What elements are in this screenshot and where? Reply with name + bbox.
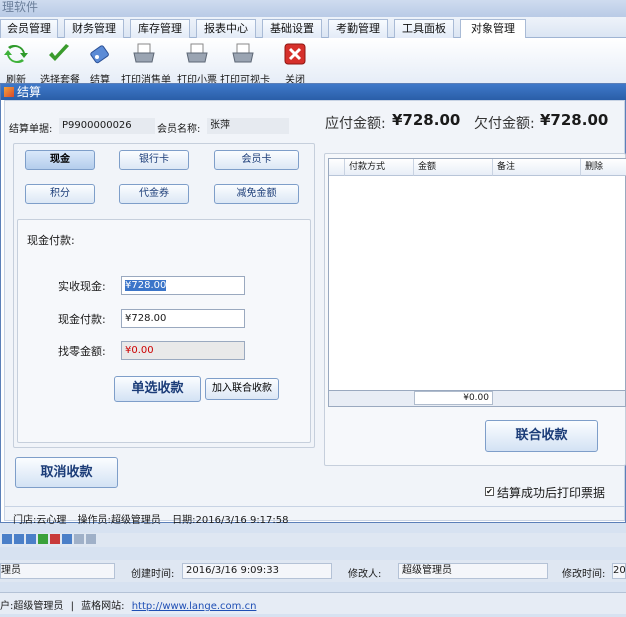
nav-first-icon[interactable] bbox=[2, 534, 12, 544]
pay-method-membercard-button[interactable]: 会员卡 bbox=[214, 150, 299, 170]
pay-method-cash-button[interactable]: 现金 bbox=[25, 150, 95, 170]
refresh-icon bbox=[4, 44, 28, 64]
nav-add-icon[interactable] bbox=[38, 534, 48, 544]
pay-method-points-button[interactable]: 积分 bbox=[25, 184, 95, 204]
print-receipt-button[interactable]: 打印小票 bbox=[177, 38, 217, 86]
pay-method-bankcard-button[interactable]: 银行卡 bbox=[119, 150, 189, 170]
settle-icon bbox=[90, 45, 109, 64]
status-site-label: 蓝格网站: bbox=[81, 601, 125, 612]
single-pay-button[interactable]: 单选收款 bbox=[114, 376, 201, 402]
due-label: 应付金额: bbox=[325, 116, 386, 132]
navigator-bar bbox=[0, 533, 626, 547]
grid-header-note[interactable]: 备注 bbox=[493, 159, 581, 176]
status-site-link[interactable]: http://www.lange.com.cn bbox=[132, 601, 257, 612]
status-bar: 户:超级管理员 | 蓝格网站: http://www.lange.com.cn bbox=[0, 592, 626, 614]
printer-icon bbox=[186, 43, 208, 63]
modified-time-label: 修改时间: bbox=[562, 569, 606, 580]
modified-time: 20 bbox=[612, 563, 626, 579]
dialog-app-icon bbox=[4, 87, 14, 97]
printer-icon bbox=[133, 43, 155, 63]
close-button[interactable]: 关闭 bbox=[283, 38, 307, 86]
member-label: 会员名称: bbox=[157, 124, 201, 135]
menu-inventory[interactable]: 库存管理 bbox=[130, 19, 190, 38]
cash-payment-group bbox=[17, 219, 311, 443]
record-creator: 理员 bbox=[0, 563, 115, 579]
received-cash-input[interactable]: ¥728.00 bbox=[121, 276, 245, 295]
dialog-title-bar[interactable]: 结算 bbox=[1, 84, 626, 100]
dialog-footer-info: 门店:云心理 操作员:超级管理员 日期:2016/3/16 9:17:58 bbox=[13, 511, 289, 526]
change-amount-field: ¥0.00 bbox=[121, 341, 245, 360]
owed-amount: ¥728.00 bbox=[540, 111, 609, 129]
menu-tools[interactable]: 工具面板 bbox=[394, 19, 454, 38]
payment-grid: 付款方式 金额 备注 删除 ¥0.00 bbox=[328, 158, 626, 407]
toolbar: 刷新 选择套餐 结算 打印消售单 打印小票 打印可视卡 关闭 bbox=[0, 38, 626, 86]
add-combined-pay-button[interactable]: 加入联合收款 bbox=[205, 378, 279, 400]
dialog-body: 结算单据: P9900000026 会员名称: 张萍 应付金额: ¥728.00… bbox=[4, 100, 626, 526]
store-name: 云心理 bbox=[36, 515, 67, 526]
printer-icon bbox=[232, 43, 254, 63]
footer-divider bbox=[5, 506, 624, 507]
due-amount: ¥728.00 bbox=[392, 111, 461, 129]
combined-pay-button[interactable]: 联合收款 bbox=[485, 420, 598, 452]
record-info-bar: 理员 创建时间: 2016/3/16 9:09:33 修改人: 超级管理员 修改… bbox=[0, 560, 626, 582]
cash-pay-input[interactable]: ¥728.00 bbox=[121, 309, 245, 328]
pay-method-discount-button[interactable]: 减免金额 bbox=[214, 184, 299, 204]
dialog-title: 结算 bbox=[17, 85, 42, 99]
grid-total: ¥0.00 bbox=[414, 391, 493, 405]
date-label: 日期: bbox=[172, 515, 196, 526]
change-label: 找零金额: bbox=[58, 345, 106, 358]
modifier-label: 修改人: bbox=[348, 569, 382, 580]
member-name: 张萍 bbox=[207, 118, 289, 134]
menu-reports[interactable]: 报表中心 bbox=[196, 19, 256, 38]
order-number: P9900000026 bbox=[59, 118, 155, 134]
order-label: 结算单据: bbox=[9, 124, 53, 135]
app-title: 理软件 bbox=[0, 0, 626, 17]
cancel-pay-button[interactable]: 取消收款 bbox=[15, 457, 118, 488]
print-card-button[interactable]: 打印可视卡 bbox=[220, 38, 270, 86]
print-sales-button[interactable]: 打印消售单 bbox=[121, 38, 171, 86]
created-label: 创建时间: bbox=[131, 569, 175, 580]
operator-label: 操作员: bbox=[77, 515, 111, 526]
created-time: 2016/3/16 9:09:33 bbox=[182, 563, 332, 579]
status-user: 户:超级管理员 | 蓝格网站: http://www.lange.com.cn bbox=[0, 601, 257, 612]
operator-name: 超级管理员 bbox=[110, 515, 161, 526]
menu-attendance[interactable]: 考勤管理 bbox=[328, 19, 388, 38]
nav-last-icon[interactable] bbox=[26, 534, 36, 544]
grid-header-method[interactable]: 付款方式 bbox=[345, 159, 414, 176]
nav-save-icon[interactable] bbox=[74, 534, 84, 544]
menu-member[interactable]: 会员管理 bbox=[0, 19, 58, 38]
refresh-button[interactable]: 刷新 bbox=[4, 38, 28, 86]
print-receipt-checkbox-label[interactable]: 结算成功后打印票据 bbox=[497, 484, 605, 501]
settle-button[interactable]: 结算 bbox=[88, 38, 112, 86]
received-cash-value: ¥728.00 bbox=[125, 280, 167, 291]
status-user-label: 户: bbox=[0, 601, 14, 612]
date-value: 2016/3/16 9:17:58 bbox=[195, 515, 289, 526]
nav-cancel-icon[interactable] bbox=[86, 534, 96, 544]
check-icon bbox=[49, 44, 69, 61]
received-cash-label: 实收现金: bbox=[58, 280, 106, 293]
owed-label: 欠付金额: bbox=[474, 116, 535, 132]
nav-up-icon[interactable] bbox=[62, 534, 72, 544]
print-receipt-checkbox[interactable]: ✔ bbox=[485, 487, 494, 496]
menu-settings[interactable]: 基础设置 bbox=[262, 19, 322, 38]
nav-delete-icon[interactable] bbox=[50, 534, 60, 544]
nav-next-icon[interactable] bbox=[14, 534, 24, 544]
pay-method-voucher-button[interactable]: 代金券 bbox=[119, 184, 189, 204]
close-icon bbox=[284, 43, 306, 65]
menu-objects[interactable]: 对象管理 bbox=[460, 19, 526, 38]
select-package-button[interactable]: 选择套餐 bbox=[40, 38, 80, 86]
menu-finance[interactable]: 财务管理 bbox=[64, 19, 124, 38]
grid-header-amount[interactable]: 金额 bbox=[414, 159, 493, 176]
cash-payment-title: 现金付款: bbox=[27, 234, 75, 247]
store-label: 门店: bbox=[13, 515, 37, 526]
modifier-name: 超级管理员 bbox=[398, 563, 548, 579]
grid-header-delete[interactable]: 删除 bbox=[581, 159, 626, 176]
menu-bar: 会员管理 财务管理 库存管理 报表中心 基础设置 考勤管理 工具面板 对象管理 bbox=[0, 17, 626, 38]
settlement-dialog: 结算 结算单据: P9900000026 会员名称: 张萍 应付金额: ¥728… bbox=[0, 83, 626, 526]
status-user-name: 超级管理员 bbox=[13, 601, 64, 612]
cash-pay-label: 现金付款: bbox=[58, 313, 106, 326]
grid-corner bbox=[329, 159, 345, 176]
